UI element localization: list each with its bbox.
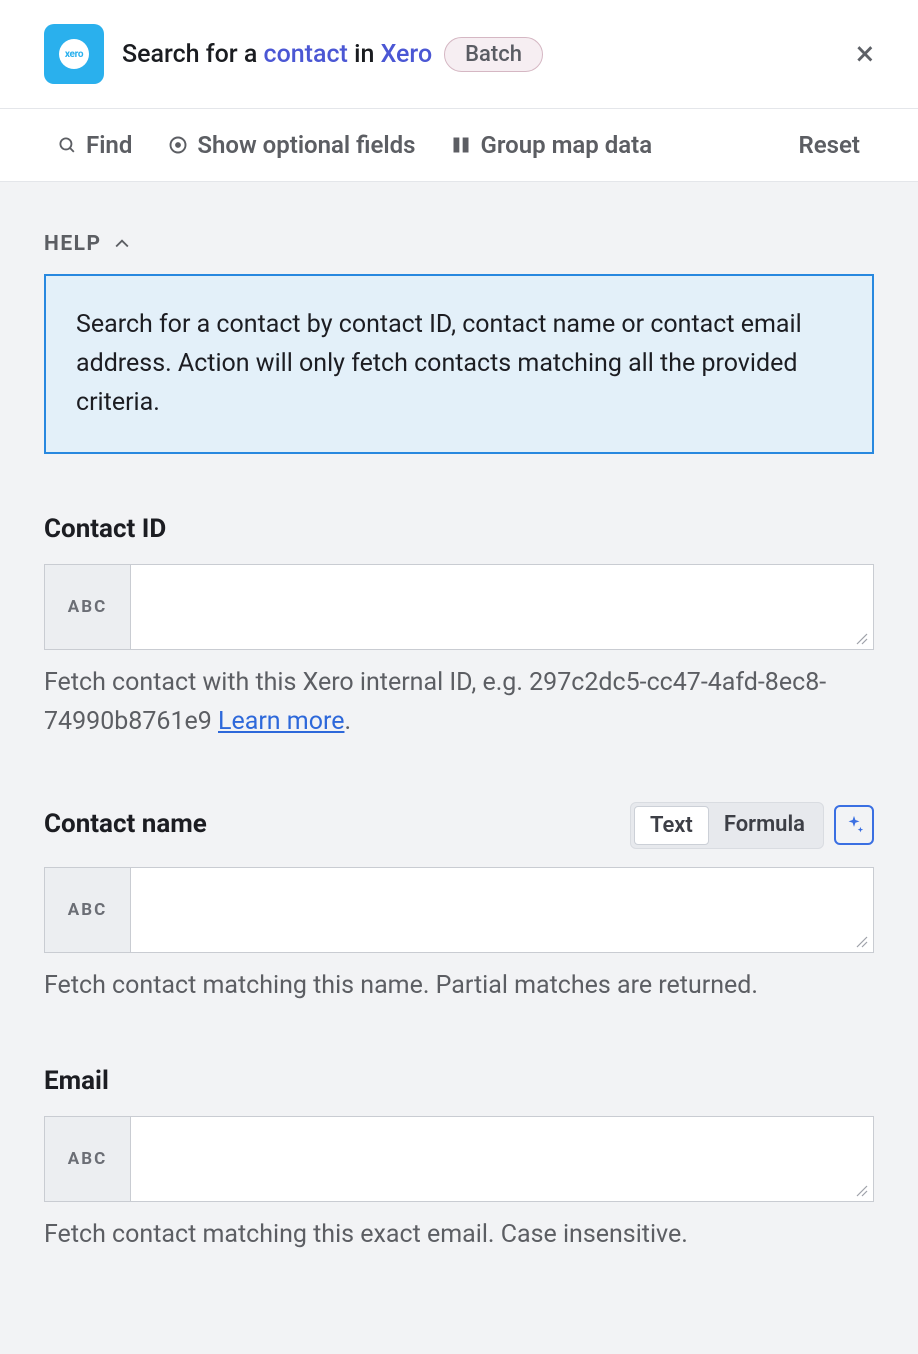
chevron-up-icon [112, 234, 132, 254]
help-toggle[interactable]: HELP [44, 182, 874, 274]
title-prefix: Search for a [122, 40, 264, 69]
contact-name-input[interactable] [131, 868, 873, 952]
contact-id-input[interactable] [131, 565, 873, 649]
toggle-formula-option[interactable]: Formula [709, 806, 820, 845]
help-box: Search for a contact by contact ID, cont… [44, 274, 874, 454]
sparkle-icon [843, 814, 865, 836]
resize-grip-icon[interactable] [855, 934, 869, 948]
email-hint: Fetch contact matching this exact email.… [44, 1216, 874, 1255]
email-label: Email [44, 1066, 874, 1096]
contact-id-hint-text: Fetch contact with this Xero internal ID… [44, 668, 826, 736]
group-map-button[interactable]: Group map data [451, 131, 652, 159]
ai-suggest-button[interactable] [834, 805, 874, 845]
contact-id-label: Contact ID [44, 514, 874, 544]
title-middle: in [348, 40, 381, 69]
find-button[interactable]: Find [58, 131, 132, 159]
field-contact-name: Contact name Text Formula ABC Fetch cont… [44, 802, 874, 1006]
toolbar: Find Show optional fields Group map data… [0, 109, 918, 182]
help-text: Search for a contact by contact ID, cont… [76, 310, 802, 417]
field-contact-id: Contact ID ABC Fetch contact with this X… [44, 514, 874, 742]
contact-id-input-shell: ABC [44, 564, 874, 650]
show-optional-button[interactable]: Show optional fields [168, 131, 415, 159]
close-icon[interactable]: × [852, 37, 878, 71]
help-label: HELP [44, 232, 102, 256]
panel-title: Search for a contact in Xero Batch [122, 37, 834, 72]
search-icon [58, 136, 77, 155]
title-xero-link[interactable]: Xero [381, 40, 433, 69]
find-label: Find [86, 131, 132, 159]
content-area: HELP Search for a contact by contact ID,… [0, 182, 918, 1334]
app-logo-text: xero [59, 39, 89, 69]
abc-type-badge: ABC [45, 868, 131, 952]
learn-more-link[interactable]: Learn more [218, 707, 344, 736]
resize-grip-icon[interactable] [855, 1183, 869, 1197]
contact-id-hint: Fetch contact with this Xero internal ID… [44, 664, 874, 742]
group-map-label: Group map data [480, 131, 652, 159]
contact-id-hint-suffix: . [344, 707, 351, 736]
panel-header: xero Search for a contact in Xero Batch … [0, 0, 918, 109]
title-contact-link[interactable]: contact [264, 40, 348, 69]
batch-badge: Batch [444, 37, 543, 72]
resize-grip-icon[interactable] [855, 631, 869, 645]
eye-icon [168, 135, 188, 155]
field-email: Email ABC Fetch contact matching this ex… [44, 1066, 874, 1255]
group-map-icon [451, 135, 471, 155]
abc-type-badge: ABC [45, 1117, 131, 1201]
text-formula-toggle: Text Formula [630, 802, 824, 849]
toggle-text-option[interactable]: Text [634, 806, 709, 845]
app-logo: xero [44, 24, 104, 84]
reset-button[interactable]: Reset [799, 131, 860, 159]
email-input-shell: ABC [44, 1116, 874, 1202]
contact-name-label: Contact name [44, 809, 207, 839]
contact-name-input-shell: ABC [44, 867, 874, 953]
email-input[interactable] [131, 1117, 873, 1201]
abc-type-badge: ABC [45, 565, 131, 649]
show-optional-label: Show optional fields [197, 131, 415, 159]
contact-name-hint: Fetch contact matching this name. Partia… [44, 967, 874, 1006]
